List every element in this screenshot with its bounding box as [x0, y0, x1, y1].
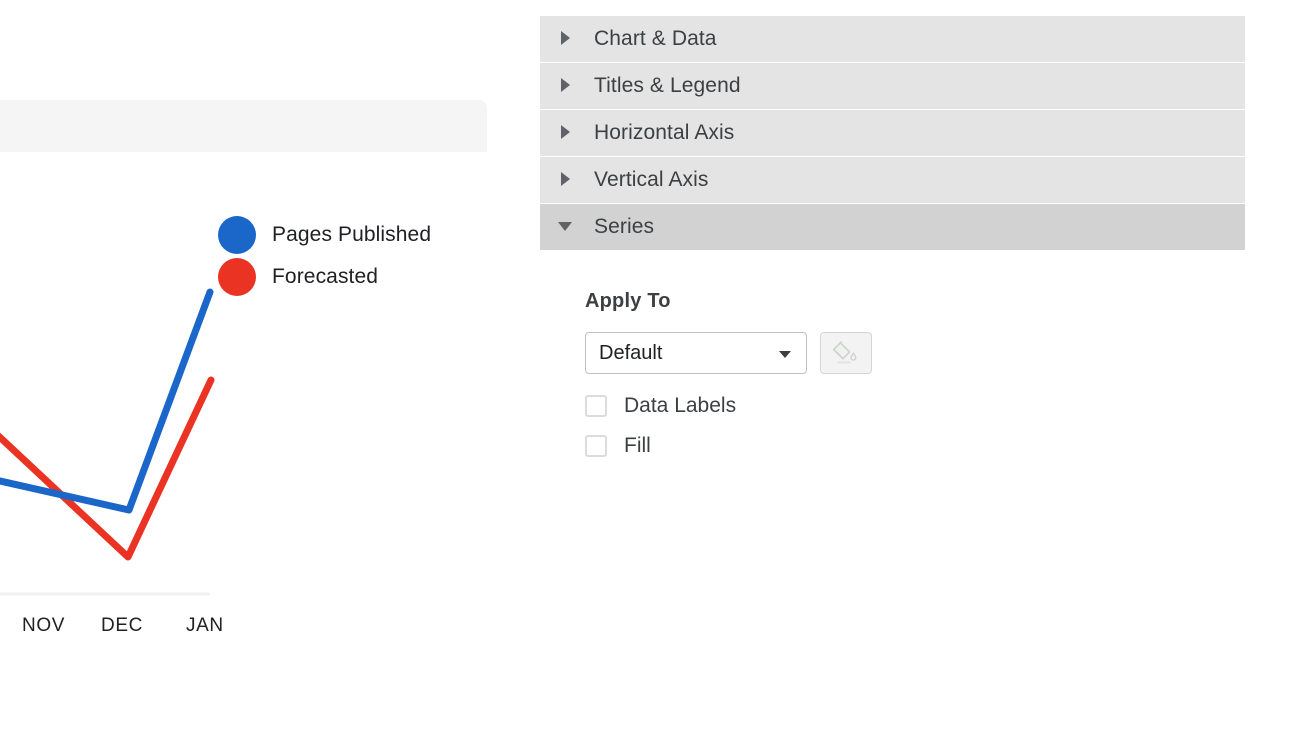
chevron-right-icon: [558, 171, 576, 189]
accordion-section-chart-and-data[interactable]: Chart & Data: [540, 16, 1245, 62]
fill-checkbox-row[interactable]: Fill: [585, 434, 651, 458]
axis-tick-jan: JAN: [186, 615, 224, 636]
accordion-section-series[interactable]: Series: [540, 204, 1245, 250]
data-labels-checkbox-row[interactable]: Data Labels: [585, 394, 736, 418]
series-line-pages-published: [0, 288, 214, 514]
legend-label: Pages Published: [272, 223, 432, 246]
apply-to-select[interactable]: Default: [585, 332, 807, 374]
accordion-section-vertical-axis[interactable]: Vertical Axis: [540, 157, 1245, 203]
fill-label: Fill: [624, 434, 651, 457]
paint-bucket-icon: [832, 341, 857, 364]
apply-to-label: Apply To: [585, 290, 671, 312]
accordion-section-titles-and-legend[interactable]: Titles & Legend: [540, 63, 1245, 109]
chevron-right-icon: [558, 124, 576, 142]
chart-legend: Pages Published Forecasted: [218, 214, 431, 298]
chevron-down-icon: [558, 218, 576, 236]
legend-item-pages-published[interactable]: Pages Published: [218, 214, 431, 256]
apply-to-selected-value: Default: [599, 341, 663, 364]
legend-swatch-red-icon: [218, 258, 256, 296]
chevron-right-icon: [558, 30, 576, 48]
chart-settings-panel: Chart & Data Titles & Legend Horizontal …: [540, 0, 1245, 750]
fill-checkbox[interactable]: [585, 435, 607, 457]
legend-item-forecasted[interactable]: Forecasted: [218, 256, 431, 298]
data-labels-label: Data Labels: [624, 394, 737, 417]
chevron-down-icon: [779, 351, 791, 358]
axis-tick-dec: DEC: [101, 615, 143, 636]
chart-preview-area: Pages Published Forecasted NOV DEC JAN: [0, 0, 520, 750]
accordion-section-horizontal-axis[interactable]: Horizontal Axis: [540, 110, 1245, 156]
legend-label: Forecasted: [272, 265, 379, 288]
accordion-section-label: Series: [594, 215, 655, 238]
series-line-forecasted: [0, 376, 215, 561]
apply-to-controls: Default: [585, 332, 872, 374]
accordion-section-label: Vertical Axis: [594, 168, 709, 191]
chevron-right-icon: [558, 77, 576, 95]
accordion-section-label: Titles & Legend: [594, 74, 741, 97]
chart-plot[interactable]: [0, 0, 520, 750]
accordion-section-label: Chart & Data: [594, 27, 717, 50]
fill-color-button[interactable]: [820, 332, 872, 374]
axis-tick-nov: NOV: [22, 615, 65, 636]
legend-swatch-blue-icon: [218, 216, 256, 254]
accordion-section-label: Horizontal Axis: [594, 121, 735, 144]
data-labels-checkbox[interactable]: [585, 395, 607, 417]
